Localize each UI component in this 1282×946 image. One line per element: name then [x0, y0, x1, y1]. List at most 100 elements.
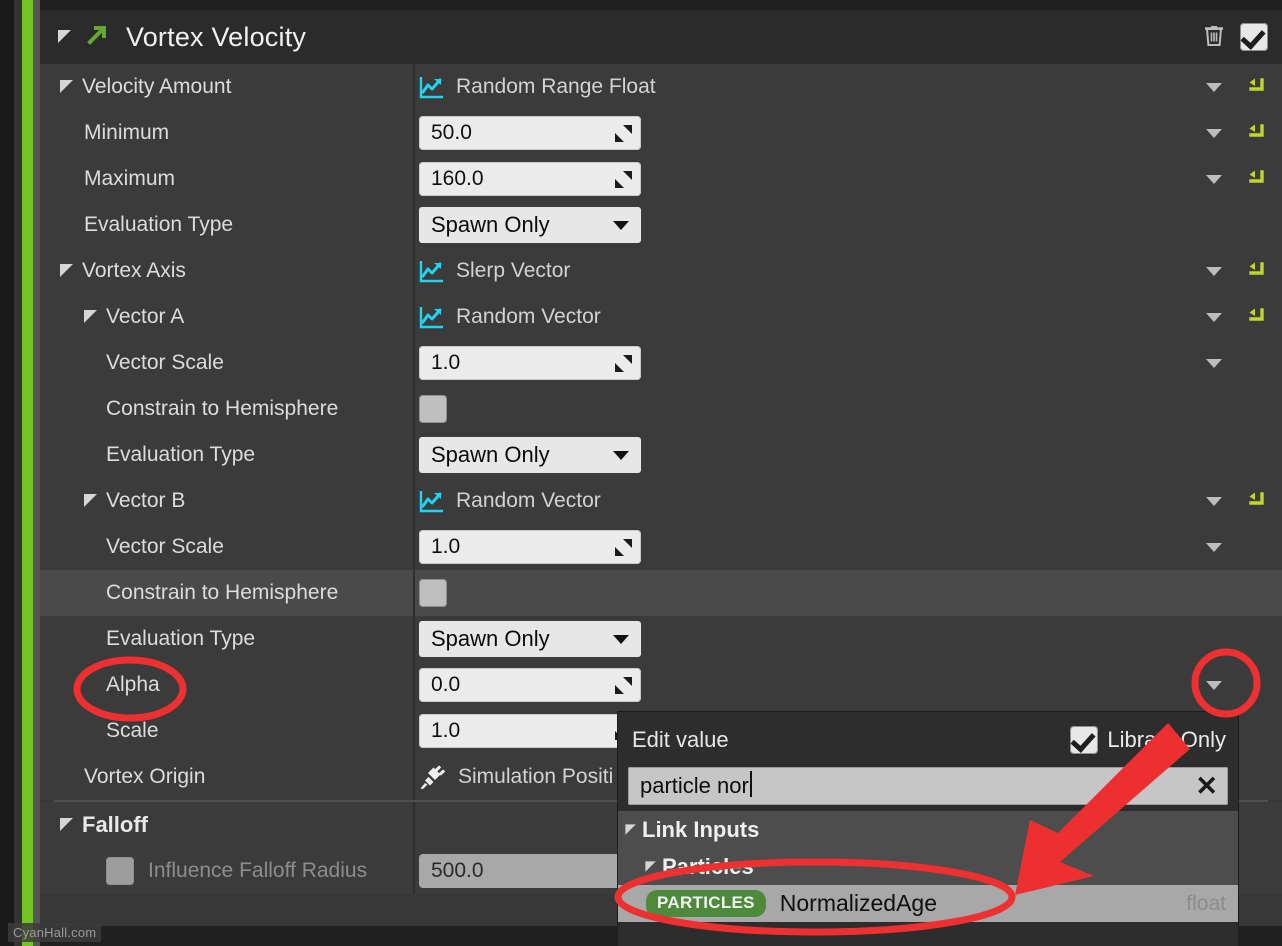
drag-handle-icon[interactable]: [615, 125, 632, 142]
chevron-down-icon[interactable]: [1206, 128, 1222, 138]
dynamic-input-value[interactable]: Simulation Positi: [419, 764, 613, 790]
number-input[interactable]: 50.0: [419, 116, 641, 150]
column-divider: [413, 848, 415, 894]
drag-handle-icon[interactable]: [615, 539, 632, 556]
chevron-down-icon[interactable]: [1206, 174, 1222, 184]
property-row[interactable]: Vector A Random Vector: [40, 294, 1282, 340]
property-row[interactable]: Vector B Random Vector: [40, 478, 1282, 524]
result-item-normalizedage[interactable]: PARTICLES NormalizedAge float: [618, 885, 1238, 922]
property-label: Vector B: [106, 489, 186, 512]
property-value-cell: Random Range Float: [419, 64, 656, 110]
chevron-down-icon[interactable]: [1206, 680, 1222, 690]
number-input[interactable]: 1.0: [419, 530, 641, 564]
reset-to-default-icon[interactable]: [1244, 122, 1266, 144]
property-label-cell: Vector A: [40, 294, 413, 340]
dynamic-input-value[interactable]: Random Vector: [419, 305, 601, 329]
property-label-cell: Velocity Amount: [40, 64, 413, 110]
property-row[interactable]: Minimum 50.0: [40, 110, 1282, 156]
property-row[interactable]: Vortex Axis Slerp Vector: [40, 248, 1282, 294]
library-only-checkbox[interactable]: [1070, 725, 1099, 754]
evaluation-type-select[interactable]: Spawn Only: [419, 437, 641, 473]
column-divider: [413, 616, 415, 662]
chevron-down-icon[interactable]: [613, 634, 629, 644]
expand-triangle-icon[interactable]: [645, 860, 656, 872]
property-value-cell: 50.0: [419, 110, 641, 156]
constrain-to-hemisphere-checkbox[interactable]: [419, 395, 447, 423]
edit-value-popup: Edit value Library Only particle nor ✕ L…: [618, 712, 1238, 946]
property-label-cell: Falloff: [40, 802, 413, 848]
reset-to-default-icon[interactable]: [1244, 76, 1266, 98]
chart-icon: [419, 490, 445, 513]
select-value: Spawn Only: [431, 626, 550, 651]
search-input[interactable]: particle nor ✕: [628, 767, 1228, 805]
row-actions: [1206, 64, 1266, 110]
dynamic-input-value[interactable]: Slerp Vector: [419, 259, 570, 283]
number-input[interactable]: 0.0: [419, 668, 641, 702]
expand-triangle-icon[interactable]: [60, 818, 74, 832]
property-row[interactable]: Vector Scale 1.0: [40, 524, 1282, 570]
property-row[interactable]: Alpha 0.0: [40, 662, 1282, 708]
chevron-down-icon[interactable]: [1206, 542, 1222, 552]
evaluation-type-select[interactable]: Spawn Only: [419, 207, 641, 243]
chart-icon: [419, 306, 445, 329]
column-divider: [413, 64, 415, 110]
dynamic-input-value[interactable]: Random Vector: [419, 489, 601, 513]
chevron-down-icon[interactable]: [613, 450, 629, 460]
chevron-down-icon[interactable]: [1206, 82, 1222, 92]
property-row[interactable]: Evaluation Type Spawn Only: [40, 432, 1282, 478]
expand-triangle-icon[interactable]: [84, 494, 98, 508]
number-input[interactable]: 1.0: [419, 346, 641, 380]
evaluation-type-select[interactable]: Spawn Only: [419, 621, 641, 657]
chevron-down-icon[interactable]: [613, 220, 629, 230]
reset-to-default-icon[interactable]: [1244, 490, 1266, 512]
number-input-value: 500.0: [431, 859, 484, 882]
property-label-cell: Evaluation Type: [40, 432, 413, 478]
number-input[interactable]: 1.0: [419, 714, 641, 748]
property-row[interactable]: Vector Scale 1.0: [40, 340, 1282, 386]
property-value-cell: Spawn Only: [419, 202, 641, 248]
property-value-cell: Simulation Positi: [419, 754, 613, 800]
module-header-actions: [1200, 10, 1268, 64]
chevron-down-icon[interactable]: [1206, 358, 1222, 368]
property-label-cell: Alpha: [40, 662, 413, 708]
property-row[interactable]: Evaluation Type Spawn Only: [40, 202, 1282, 248]
constrain-to-hemisphere-checkbox[interactable]: [419, 579, 447, 607]
chevron-down-icon[interactable]: [1206, 266, 1222, 276]
trash-icon[interactable]: [1200, 21, 1228, 54]
collapse-triangle-icon[interactable]: [58, 30, 72, 44]
close-icon[interactable]: ✕: [1195, 772, 1218, 800]
property-row[interactable]: Constrain to Hemisphere: [40, 570, 1282, 616]
expand-triangle-icon[interactable]: [625, 823, 636, 835]
property-value-cell: 160.0: [419, 156, 641, 202]
property-value-cell: 1.0: [419, 340, 641, 386]
expand-triangle-icon[interactable]: [60, 80, 74, 94]
chevron-down-icon[interactable]: [1206, 312, 1222, 322]
tree-node[interactable]: Particles: [618, 848, 1238, 885]
property-row[interactable]: Velocity Amount Random Range Float: [40, 64, 1282, 110]
property-row[interactable]: Constrain to Hemisphere: [40, 386, 1282, 432]
tree-node[interactable]: Link Inputs: [618, 811, 1238, 848]
expand-triangle-icon[interactable]: [60, 264, 74, 278]
number-input[interactable]: 160.0: [419, 162, 641, 196]
watermark: CyanHall.com: [8, 923, 102, 942]
drag-handle-icon[interactable]: [615, 677, 632, 694]
chevron-down-icon[interactable]: [1206, 496, 1222, 506]
dynamic-input-value[interactable]: Random Range Float: [419, 75, 656, 99]
expand-triangle-icon[interactable]: [84, 310, 98, 324]
property-label: Alpha: [106, 673, 160, 696]
property-value-cell: Random Vector: [419, 294, 601, 340]
module-header[interactable]: Vortex Velocity: [40, 10, 1282, 64]
module-enabled-checkbox[interactable]: [1240, 23, 1268, 51]
drag-handle-icon[interactable]: [615, 355, 632, 372]
property-row[interactable]: Maximum 160.0: [40, 156, 1282, 202]
drag-handle-icon[interactable]: [615, 171, 632, 188]
app-root: Vortex Velocity Velocity Amount Random R…: [0, 0, 1282, 946]
result-item-type: float: [1186, 891, 1226, 915]
reset-to-default-icon[interactable]: [1244, 306, 1266, 328]
influence-falloff-radius-checkbox[interactable]: [106, 857, 134, 885]
library-only-toggle[interactable]: Library Only: [1070, 725, 1226, 754]
reset-to-default-icon[interactable]: [1244, 260, 1266, 282]
reset-to-default-icon[interactable]: [1244, 168, 1266, 190]
property-value-cell: [419, 386, 447, 432]
property-row[interactable]: Evaluation Type Spawn Only: [40, 616, 1282, 662]
